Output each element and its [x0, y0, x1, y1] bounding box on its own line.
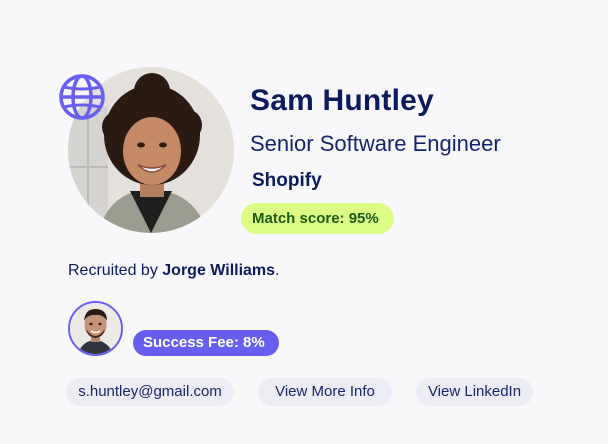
- candidate-name: Sam Huntley: [250, 84, 434, 117]
- candidate-avatar-wrap: [59, 67, 234, 233]
- email-chip[interactable]: s.huntley@gmail.com: [66, 378, 234, 406]
- candidate-card: Sam Huntley Senior Software Engineer Sho…: [0, 0, 608, 444]
- globe-icon[interactable]: [57, 72, 107, 122]
- view-more-info-button[interactable]: View More Info: [258, 378, 392, 406]
- recruiter-name: Jorge Williams: [162, 262, 276, 279]
- candidate-company: Shopify: [252, 170, 322, 191]
- recruited-by-suffix: .: [275, 262, 280, 279]
- view-linkedin-button[interactable]: View LinkedIn: [416, 378, 533, 406]
- recruiter-avatar: [68, 301, 123, 356]
- match-score-badge: Match score: 95%: [241, 203, 394, 234]
- candidate-title: Senior Software Engineer: [250, 131, 501, 156]
- recruited-by-text: Recruited by Jorge Williams.: [68, 262, 280, 280]
- success-fee-badge: Success Fee: 8%: [133, 330, 279, 356]
- recruited-by-prefix: Recruited by: [68, 262, 163, 279]
